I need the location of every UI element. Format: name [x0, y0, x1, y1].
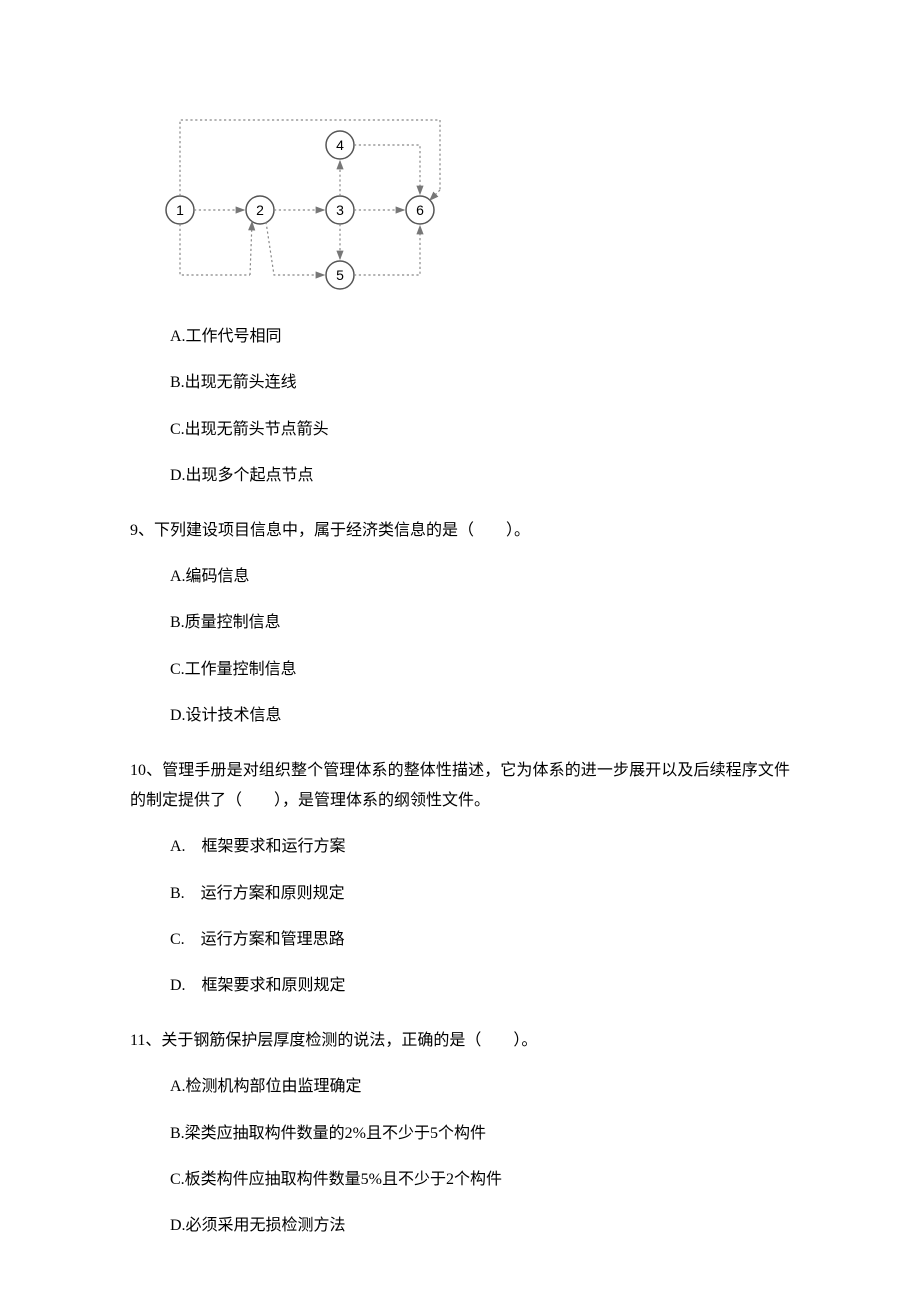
- q9-stem: 9、下列建设项目信息中，属于经济类信息的是（ ）。: [130, 516, 790, 546]
- q10-options: A. 框架要求和运行方案 B. 运行方案和原则规定 C. 运行方案和管理思路 D…: [170, 832, 790, 1002]
- q11: 11、关于钢筋保护层厚度检测的说法，正确的是（ ）。: [130, 1026, 790, 1056]
- q8-options: A.工作代号相同 B.出现无箭头连线 C.出现无箭头节点箭头 D.出现多个起点节…: [170, 322, 790, 492]
- q9-option-a: A.编码信息: [170, 562, 790, 592]
- q9-options: A.编码信息 B.质量控制信息 C.工作量控制信息 D.设计技术信息: [170, 562, 790, 732]
- q8-option-c: C.出现无箭头节点箭头: [170, 415, 790, 445]
- node-6-label: 6: [416, 202, 424, 218]
- q9-option-d: D.设计技术信息: [170, 701, 790, 731]
- q9: 9、下列建设项目信息中，属于经济类信息的是（ ）。: [130, 516, 790, 546]
- q11-option-c: C.板类构件应抽取构件数量5%且不少于2个构件: [170, 1165, 790, 1195]
- q11-stem: 11、关于钢筋保护层厚度检测的说法，正确的是（ ）。: [130, 1026, 790, 1056]
- q10-option-a: A. 框架要求和运行方案: [170, 832, 790, 862]
- node-5-label: 5: [336, 267, 344, 283]
- q10-option-b: B. 运行方案和原则规定: [170, 879, 790, 909]
- network-diagram: 1 2 3 4 5 6: [160, 110, 790, 290]
- node-1-label: 1: [176, 202, 184, 218]
- node-3-label: 3: [336, 202, 344, 218]
- node-4-label: 4: [336, 137, 344, 153]
- q10-option-d: D. 框架要求和原则规定: [170, 971, 790, 1001]
- q8-option-b: B.出现无箭头连线: [170, 368, 790, 398]
- q11-option-d: D.必须采用无损检测方法: [170, 1211, 790, 1241]
- q11-options: A.检测机构部位由监理确定 B.梁类应抽取构件数量的2%且不少于5个构件 C.板…: [170, 1072, 790, 1242]
- q9-option-c: C.工作量控制信息: [170, 655, 790, 685]
- q9-option-b: B.质量控制信息: [170, 608, 790, 638]
- q10-option-c: C. 运行方案和管理思路: [170, 925, 790, 955]
- q8-option-a: A.工作代号相同: [170, 322, 790, 352]
- q8-option-d: D.出现多个起点节点: [170, 461, 790, 491]
- q10: 10、管理手册是对组织整个管理体系的整体性描述，它为体系的进一步展开以及后续程序…: [130, 756, 790, 817]
- q11-option-b: B.梁类应抽取构件数量的2%且不少于5个构件: [170, 1119, 790, 1149]
- node-2-label: 2: [256, 202, 264, 218]
- q10-stem: 10、管理手册是对组织整个管理体系的整体性描述，它为体系的进一步展开以及后续程序…: [130, 756, 790, 817]
- q11-option-a: A.检测机构部位由监理确定: [170, 1072, 790, 1102]
